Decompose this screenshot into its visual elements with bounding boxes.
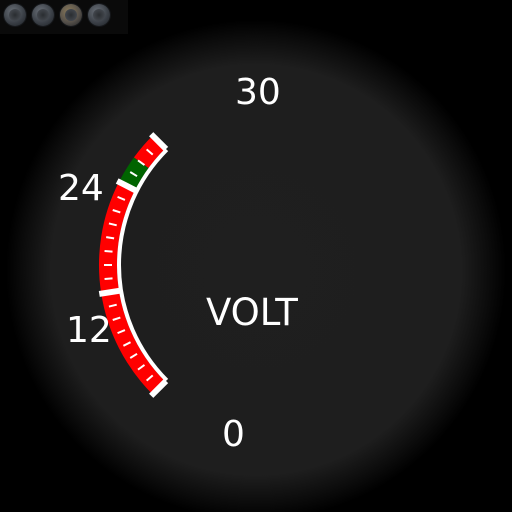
- screw-icon: [88, 4, 110, 26]
- scale-label-0: 0: [222, 414, 245, 455]
- minor-tick: [104, 250, 113, 253]
- screw-strip: [0, 0, 128, 34]
- minor-tick: [106, 236, 115, 240]
- screw-icon: [4, 4, 26, 26]
- minor-tick: [104, 277, 113, 280]
- screw-icon: [60, 4, 82, 26]
- major-tick: [98, 287, 121, 297]
- screw-icon: [32, 4, 54, 26]
- unit-label: VOLT: [206, 291, 298, 334]
- scale-label-24: 24: [58, 168, 104, 209]
- instrument-panel: 30 24 12 0 VOLT: [0, 0, 512, 512]
- scale-label-30: 30: [235, 72, 281, 113]
- scale-label-12: 12: [66, 310, 112, 351]
